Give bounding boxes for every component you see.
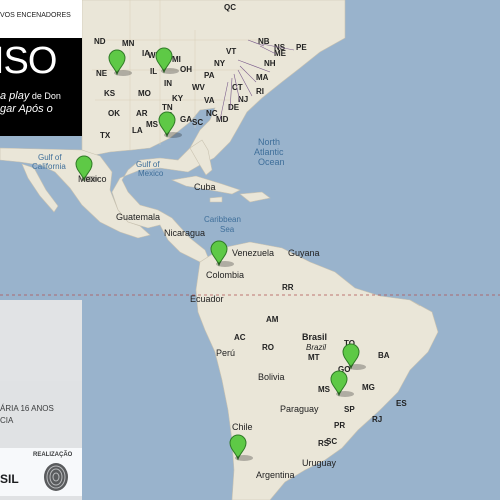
svg-text:MS: MS: [146, 120, 159, 129]
svg-text:TN: TN: [162, 103, 173, 112]
svg-text:LA: LA: [132, 126, 143, 135]
svg-text:NH: NH: [264, 59, 276, 68]
svg-text:RJ: RJ: [372, 415, 382, 424]
svg-text:NY: NY: [214, 59, 226, 68]
promo-black-box: ISO a play de Don gar Após o: [0, 38, 82, 136]
svg-text:RI: RI: [256, 87, 264, 96]
svg-text:MA: MA: [256, 73, 269, 82]
svg-text:Brazil: Brazil: [306, 343, 326, 352]
svg-text:ES: ES: [396, 399, 407, 408]
svg-text:Colombia: Colombia: [206, 270, 244, 280]
svg-text:MO: MO: [138, 89, 151, 98]
age-rating-text: ÁRIA 16 ANOS: [0, 404, 54, 413]
svg-text:NE: NE: [96, 69, 108, 78]
svg-text:VT: VT: [226, 47, 236, 56]
svg-text:Chile: Chile: [232, 422, 253, 432]
svg-text:Sea: Sea: [220, 225, 235, 234]
panel-top-title: VOS ENCENADORES: [0, 12, 71, 19]
svg-text:Paraguay: Paraguay: [280, 404, 319, 414]
svg-text:AR: AR: [136, 109, 148, 118]
svg-text:Atlantic: Atlantic: [254, 147, 284, 157]
svg-text:RO: RO: [262, 343, 274, 352]
svg-text:GA: GA: [180, 115, 192, 124]
promo-panel-bottom: ÁRIA 16 ANOS CIA REALIZAÇÃO SIL: [0, 300, 82, 500]
svg-text:Guatemala: Guatemala: [116, 212, 160, 222]
svg-text:SP: SP: [344, 405, 355, 414]
svg-text:Caribbean: Caribbean: [204, 215, 241, 224]
svg-text:KS: KS: [104, 89, 116, 98]
svg-text:Bolivia: Bolivia: [258, 372, 285, 382]
promo-panel-top: VOS ENCENADORES ISO a play de Don gar Ap…: [0, 0, 82, 136]
svg-text:Uruguay: Uruguay: [302, 458, 337, 468]
svg-text:Nicaragua: Nicaragua: [164, 228, 205, 238]
age-rating-text-2: CIA: [0, 416, 14, 425]
svg-text:SC: SC: [192, 118, 203, 127]
svg-text:Venezuela: Venezuela: [232, 248, 274, 258]
svg-text:North: North: [258, 137, 280, 147]
svg-text:AC: AC: [234, 333, 246, 342]
svg-text:Ecuador: Ecuador: [190, 294, 224, 304]
svg-text:BA: BA: [378, 351, 390, 360]
svg-text:Cuba: Cuba: [194, 182, 216, 192]
svg-text:PR: PR: [334, 421, 345, 430]
sponsor-box: REALIZAÇÃO SIL: [0, 448, 82, 496]
svg-text:MT: MT: [308, 353, 320, 362]
svg-text:OK: OK: [108, 109, 120, 118]
logo-word: ISO: [0, 40, 57, 82]
sponsor-logo: SIL: [0, 472, 19, 486]
svg-text:QC: QC: [224, 3, 236, 12]
svg-text:PA: PA: [204, 71, 215, 80]
svg-text:Ocean: Ocean: [258, 157, 285, 167]
svg-text:MN: MN: [122, 39, 135, 48]
realizacao-label: REALIZAÇÃO: [33, 452, 73, 458]
svg-text:RS: RS: [318, 439, 330, 448]
credit-line-1: a play de Don: [0, 90, 61, 102]
fingerprint-icon: [44, 463, 68, 491]
svg-text:VA: VA: [204, 96, 215, 105]
svg-text:WV: WV: [192, 83, 206, 92]
svg-text:KY: KY: [172, 94, 184, 103]
svg-text:Gulf of: Gulf of: [38, 153, 62, 162]
svg-text:Gulf of: Gulf of: [136, 160, 160, 169]
svg-text:TX: TX: [100, 131, 111, 140]
credit-line-2: gar Após o: [0, 103, 53, 115]
svg-text:IL: IL: [150, 67, 157, 76]
svg-text:IN: IN: [164, 79, 172, 88]
svg-text:Argentina: Argentina: [256, 470, 295, 480]
svg-text:ND: ND: [94, 37, 106, 46]
svg-text:MD: MD: [216, 115, 229, 124]
svg-text:MI: MI: [172, 55, 181, 64]
svg-text:Mexico: Mexico: [138, 169, 164, 178]
jamaica: [209, 196, 223, 203]
svg-text:Brasil: Brasil: [302, 332, 327, 342]
svg-text:MG: MG: [362, 383, 375, 392]
svg-text:PE: PE: [296, 43, 307, 52]
svg-text:RR: RR: [282, 283, 294, 292]
svg-text:MS: MS: [318, 385, 331, 394]
svg-text:OH: OH: [180, 65, 192, 74]
svg-text:AM: AM: [266, 315, 279, 324]
svg-text:California: California: [32, 162, 66, 171]
svg-text:DE: DE: [228, 103, 240, 112]
svg-text:Guyana: Guyana: [288, 248, 320, 258]
svg-text:Perú: Perú: [216, 348, 235, 358]
